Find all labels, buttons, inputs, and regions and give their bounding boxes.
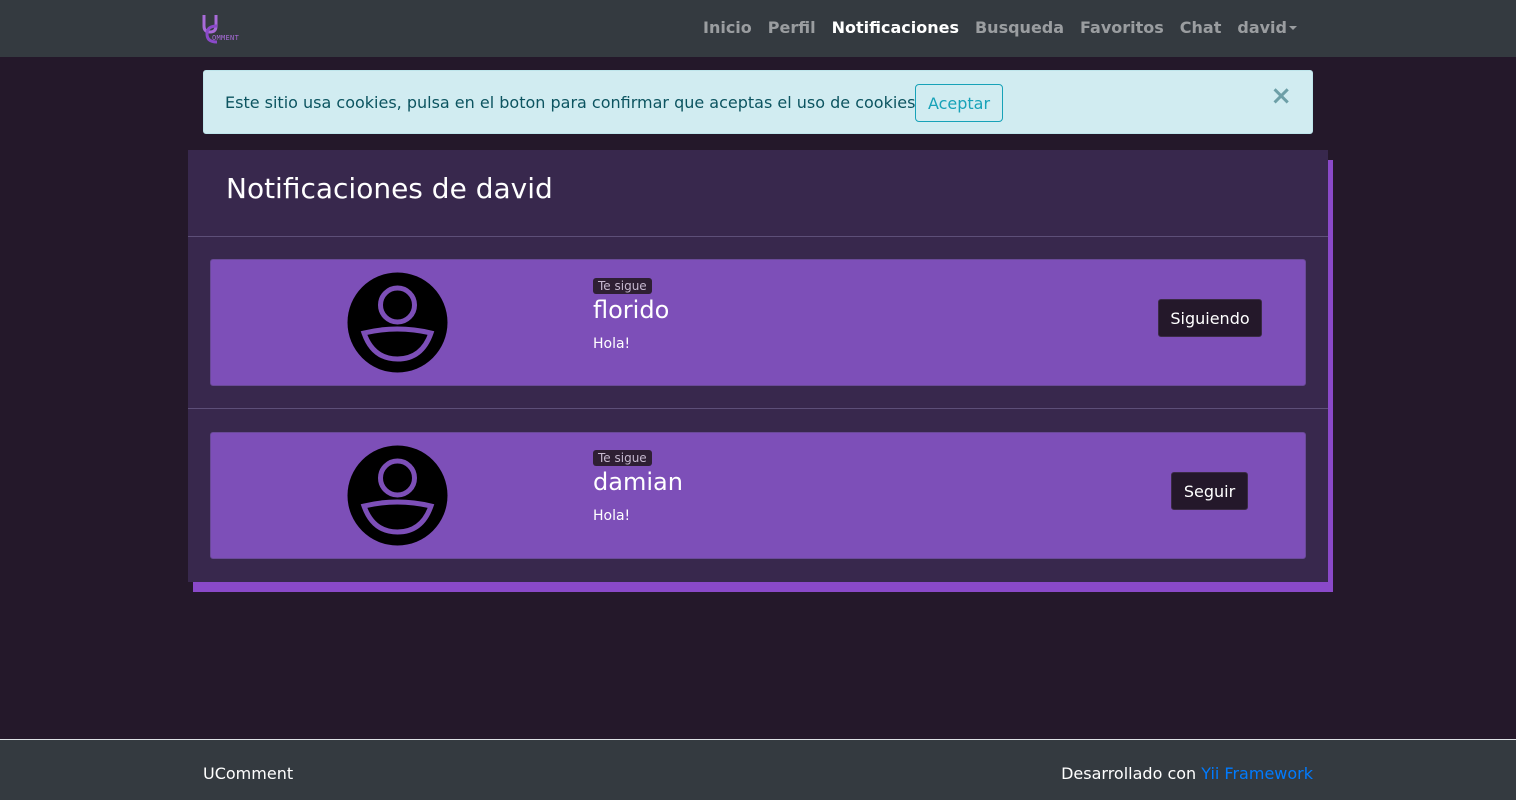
notification-item: Te sigue florido Hola! Siguiendo: [210, 259, 1306, 386]
status-badge: Te sigue: [593, 450, 652, 466]
nav-links: Inicio Perfil Notificaciones Busqueda Fa…: [695, 18, 1305, 37]
footer-brand: UComment: [203, 764, 294, 783]
yii-framework-link[interactable]: Yii Framework: [1201, 764, 1313, 783]
notification-username[interactable]: damian: [593, 468, 683, 496]
close-icon[interactable]: ×: [1270, 83, 1292, 109]
page-title: Notificaciones de david: [226, 172, 553, 205]
status-badge: Te sigue: [593, 278, 652, 294]
nav-item-notificaciones[interactable]: Notificaciones: [824, 18, 967, 37]
footer-credits: Desarrollado con Yii Framework: [1061, 764, 1313, 783]
brand-text: OMMENT: [212, 34, 240, 42]
notification-message: Hola!: [593, 336, 631, 352]
nav-item-chat[interactable]: Chat: [1172, 18, 1230, 37]
footer-credits-prefix: Desarrollado con: [1061, 764, 1202, 783]
notifications-card: Notificaciones de david Te sigue florido…: [188, 150, 1328, 582]
nav-item-busqueda[interactable]: Busqueda: [967, 18, 1072, 37]
user-dropdown[interactable]: david: [1229, 18, 1305, 37]
user-dropdown-label: david: [1237, 18, 1287, 37]
navbar: OMMENT Inicio Perfil Notificaciones Busq…: [0, 0, 1516, 57]
cookie-alert-text: Este sitio usa cookies, pulsa en el boto…: [225, 93, 916, 112]
following-button[interactable]: Siguiendo: [1158, 299, 1262, 337]
notification-username[interactable]: florido: [593, 296, 669, 324]
user-avatar-icon: [347, 272, 448, 373]
divider: [188, 408, 1328, 409]
footer: UComment Desarrollado con Yii Framework: [0, 739, 1516, 800]
accept-cookies-button[interactable]: Aceptar: [915, 84, 1003, 122]
follow-button[interactable]: Seguir: [1171, 472, 1248, 510]
nav-item-perfil[interactable]: Perfil: [760, 18, 824, 37]
brand-logo[interactable]: OMMENT: [201, 12, 257, 46]
nav-item-favoritos[interactable]: Favoritos: [1072, 18, 1172, 37]
notification-message: Hola!: [593, 508, 631, 524]
user-avatar-icon: [347, 445, 448, 546]
cookie-alert: Este sitio usa cookies, pulsa en el boto…: [203, 70, 1313, 134]
notification-item: Te sigue damian Hola! Seguir: [210, 432, 1306, 559]
caret-down-icon: [1289, 26, 1297, 30]
divider: [188, 236, 1328, 237]
nav-item-inicio[interactable]: Inicio: [695, 18, 760, 37]
